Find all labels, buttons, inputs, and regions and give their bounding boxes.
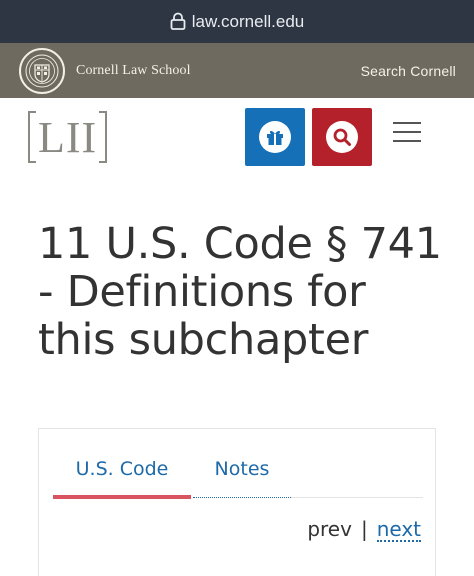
school-name-link[interactable]: Cornell Law School [76,63,191,79]
tab-notes[interactable]: Notes [193,453,291,499]
tab-notes-label: Notes [214,458,270,480]
tab-bar: U.S. Code Notes [53,453,423,499]
hamburger-menu-icon[interactable] [393,122,421,142]
search-button[interactable] [312,108,372,166]
browser-address-bar[interactable]: law.cornell.edu [0,0,474,43]
search-button-circle [326,121,358,153]
tab-notes-underline [193,497,291,498]
cornell-seal-icon[interactable] [19,47,65,94]
menu-line [393,131,421,133]
search-cornell-link[interactable]: Search Cornell [361,63,456,79]
menu-line [393,122,421,124]
menu-line [393,140,421,142]
gift-icon [267,130,283,145]
tab-bar-divider [291,497,423,498]
search-icon [333,128,351,146]
tab-us-code[interactable]: U.S. Code [53,453,191,499]
cornell-header: Cornell Law School Search Cornell [0,43,474,98]
tab-us-code-label: U.S. Code [75,458,169,480]
pager-separator: | [360,517,368,541]
active-tab-indicator [53,495,191,499]
lock-icon [170,12,186,30]
logo-text: LII [38,112,98,162]
give-button[interactable] [245,108,305,166]
give-button-circle [259,121,291,153]
logo-right-bracket [99,111,108,163]
next-link[interactable]: next [376,518,421,542]
content-card: U.S. Code Notes prev | next [38,428,436,576]
prev-link[interactable]: prev [307,517,352,541]
lii-header: LII [0,98,474,176]
lii-logo[interactable]: LII [28,111,108,163]
pagination: prev | next [307,517,421,542]
browser-url[interactable]: law.cornell.edu [192,12,304,32]
logo-left-bracket [28,111,36,163]
page-title: 11 U.S. Code § 741 - Definitions for thi… [38,219,442,365]
